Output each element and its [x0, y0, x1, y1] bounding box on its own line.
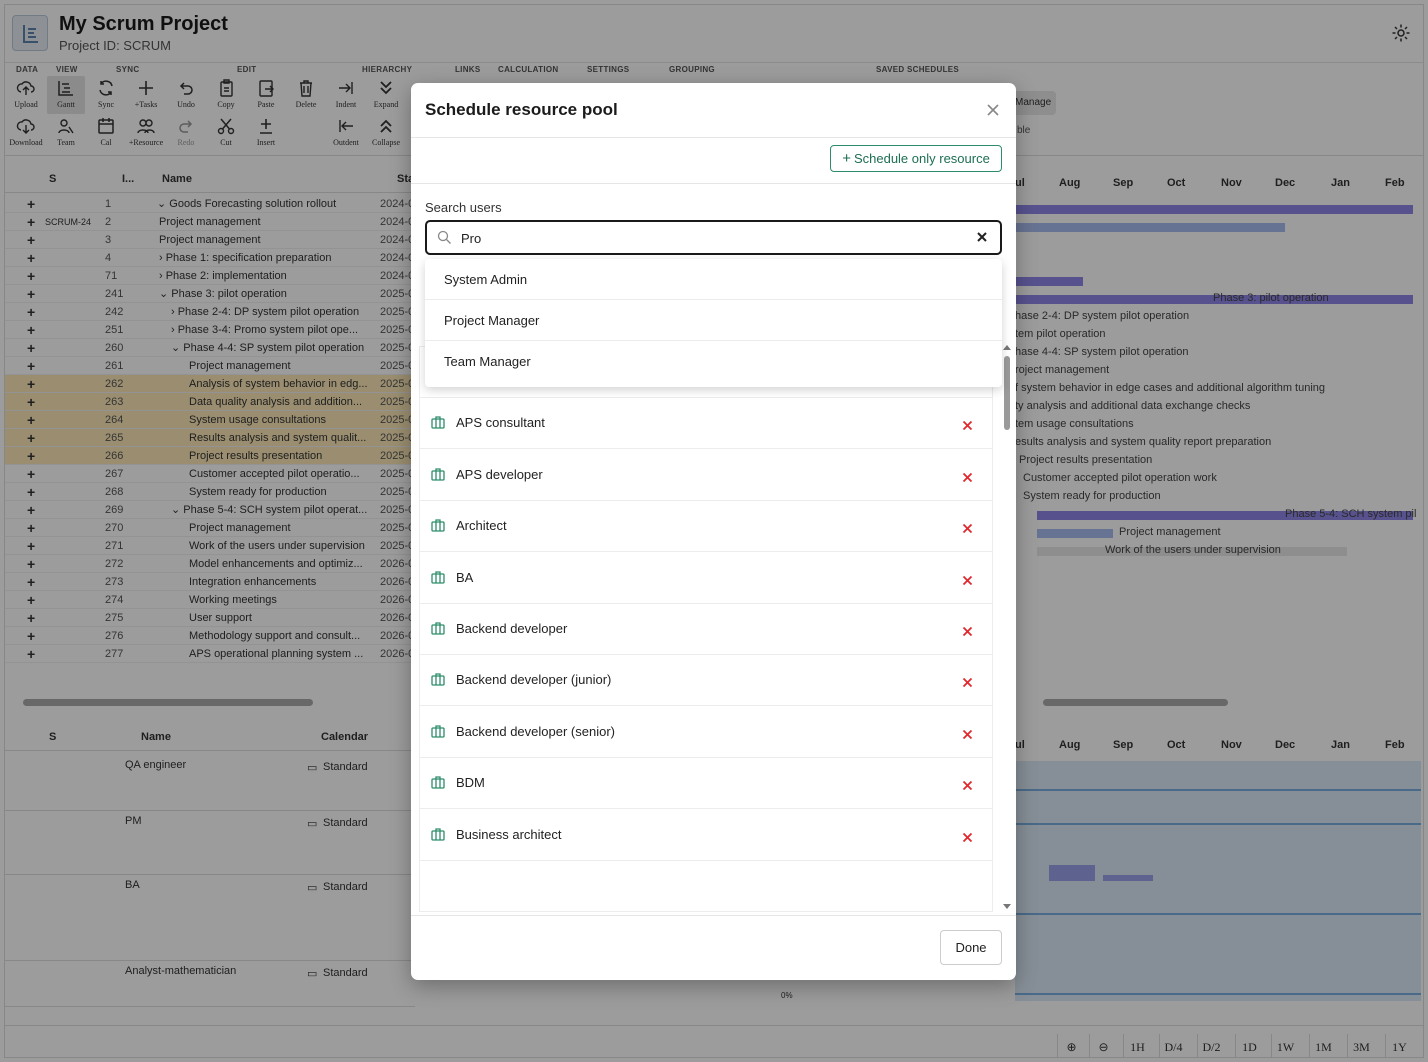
done-button[interactable]: Done — [940, 930, 1002, 965]
remove-icon[interactable] — [962, 832, 973, 843]
briefcase-icon — [431, 519, 445, 532]
pool-resource-item[interactable]: Architect — [420, 501, 992, 553]
pool-resource-item[interactable]: APS developer — [420, 450, 992, 501]
schedule-only-resource-button[interactable]: + Schedule only resource — [830, 145, 1002, 172]
pool-resource-name: Business architect — [456, 826, 562, 842]
suggestion-item[interactable]: System Admin — [425, 259, 1002, 300]
remove-icon[interactable] — [962, 626, 973, 637]
briefcase-icon — [431, 725, 445, 738]
schedule-resource-pool-dialog: Schedule resource pool + Schedule only re… — [411, 83, 1016, 980]
scroll-up-icon[interactable] — [1001, 342, 1013, 352]
remove-icon[interactable] — [962, 780, 973, 791]
suggestion-item[interactable]: Team Manager — [425, 341, 1002, 382]
button-label: Schedule only resource — [853, 151, 990, 166]
pool-resource-item[interactable]: BA — [420, 553, 992, 604]
briefcase-icon — [431, 622, 445, 635]
pool-resource-item[interactable]: BDM — [420, 758, 992, 810]
remove-icon[interactable] — [962, 575, 973, 586]
briefcase-icon — [431, 776, 445, 789]
remove-icon[interactable] — [962, 472, 973, 483]
suggestion-item[interactable]: Project Manager — [425, 300, 1002, 341]
pool-resource-name: Backend developer — [456, 621, 568, 636]
briefcase-icon — [431, 570, 445, 584]
pool-resource-item[interactable]: Backend developer — [420, 604, 992, 655]
pool-resource-name: APS developer — [456, 466, 543, 482]
remove-icon[interactable] — [962, 420, 973, 431]
pool-resource-name: BA — [456, 569, 474, 585]
plus-icon: + — [842, 150, 851, 167]
user-suggestions-dropdown: System Admin Project Manager Team Manage… — [425, 259, 1002, 387]
briefcase-icon — [431, 416, 445, 430]
pool-resource-item[interactable]: APS consultant — [420, 398, 992, 450]
divider — [411, 137, 1016, 138]
search-icon — [437, 230, 451, 244]
pool-resource-name: BDM — [456, 775, 485, 791]
divider — [411, 183, 1016, 184]
search-users-label: Search users — [425, 200, 502, 215]
resource-pool-list: Analyst-mathematicianAPS consultantAPS d… — [419, 346, 993, 912]
remove-icon[interactable] — [962, 729, 973, 740]
pool-resource-name: Backend developer (senior) — [456, 723, 615, 739]
vertical-scrollbar[interactable] — [1001, 345, 1013, 912]
dialog-title: Schedule resource pool — [425, 100, 618, 119]
scrollbar-thumb[interactable] — [1004, 356, 1010, 430]
pool-resource-name: Architect — [456, 518, 507, 534]
remove-icon[interactable] — [962, 523, 973, 534]
briefcase-icon — [431, 468, 445, 481]
briefcase-icon — [431, 673, 445, 687]
divider — [411, 915, 1016, 916]
pool-resource-item[interactable]: Backend developer (junior) — [420, 655, 992, 707]
briefcase-icon — [431, 827, 445, 841]
scroll-down-icon[interactable] — [1001, 902, 1013, 912]
close-icon[interactable] — [983, 100, 1003, 120]
search-users-field[interactable] — [425, 220, 1002, 255]
pool-resource-name: Backend developer (junior) — [456, 672, 612, 688]
remove-icon[interactable] — [962, 677, 973, 688]
pool-resource-item[interactable]: Backend developer (senior) — [420, 707, 992, 758]
pool-resource-item[interactable]: Business architect — [420, 810, 992, 861]
pool-resource-name: APS consultant — [456, 415, 545, 431]
search-users-input[interactable] — [461, 227, 961, 249]
clear-search-icon[interactable] — [976, 231, 988, 243]
